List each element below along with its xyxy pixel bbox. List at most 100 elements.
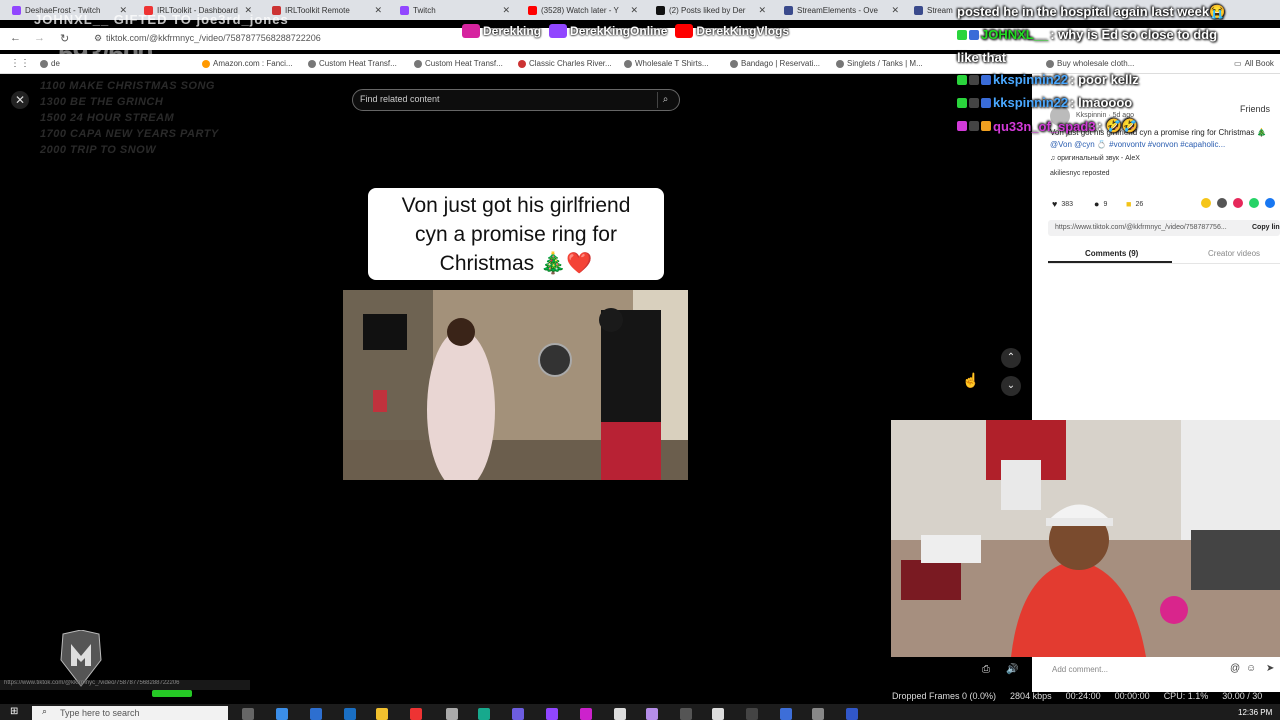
instagram-icon <box>462 24 480 38</box>
share-heart-icon[interactable] <box>1233 198 1243 208</box>
browser-tab[interactable]: Stream <box>910 2 960 18</box>
close-tab-icon[interactable]: ✕ <box>891 5 899 16</box>
chrome-icon[interactable] <box>410 708 422 720</box>
bookmark-item[interactable]: Buy wholesale cloth... <box>1046 59 1134 68</box>
x-icon <box>656 5 665 15</box>
system-clock: 12:36 PM <box>1238 708 1273 717</box>
discord-icon[interactable] <box>512 708 524 720</box>
apps-icon[interactable]: ⋮⋮ <box>10 58 30 69</box>
heart-icon: ♥ <box>1052 199 1058 209</box>
bookmark-folder[interactable]: ▭ All Book <box>1234 59 1274 68</box>
bookmark-item[interactable]: Bandago | Reservati... <box>730 59 820 68</box>
social-youtube: DerekKingVlogs <box>675 24 789 38</box>
rec-time: 00:00:00 <box>1114 691 1150 701</box>
browser-tab[interactable]: (3528) Watch later - Y ✕ <box>524 2 644 18</box>
close-tab-icon[interactable]: ✕ <box>502 5 510 16</box>
obs-icon[interactable] <box>746 708 758 720</box>
fps: 30.00 / 30 <box>1222 691 1263 701</box>
video-tags[interactable]: @Von @cyn 💍 #vonvontv #vonvon #capaholic… <box>1050 140 1225 149</box>
app-icon[interactable] <box>446 708 458 720</box>
next-video-button[interactable]: ⌄ <box>1001 376 1021 396</box>
video-player[interactable] <box>343 290 688 480</box>
bookmark-item[interactable]: Wholesale T Shirts... <box>624 59 709 68</box>
save-button[interactable]: ■ 26 <box>1126 199 1143 209</box>
schedule-item: 1500 24 HOUR STREAM <box>40 112 175 124</box>
webcam-frame <box>891 420 1280 657</box>
close-icon[interactable]: ✕ <box>11 91 29 109</box>
badge-icon <box>969 97 979 108</box>
app-icon[interactable] <box>478 708 490 720</box>
bookmark-icon <box>40 59 48 68</box>
bookmark-icon <box>836 59 844 68</box>
search-icon[interactable]: ⌕ <box>657 92 673 108</box>
store-icon[interactable] <box>310 708 322 720</box>
app-icon[interactable] <box>680 708 692 720</box>
bookmark-item[interactable]: Classic Charles River... <box>518 59 612 68</box>
tab-comments[interactable]: Comments (9) <box>1085 249 1138 258</box>
repost-info: akiliesnyc reposted <box>1050 170 1110 177</box>
video-link[interactable]: https://www.tiktok.com/@kkfrmnyc_/video/… <box>1055 224 1227 231</box>
close-tab-icon[interactable]: ✕ <box>630 5 638 16</box>
copy-link-button[interactable]: Copy lin <box>1252 224 1280 231</box>
taskbar-search[interactable]: Type here to search <box>32 706 228 720</box>
social-twitch: DerekKingOnline <box>549 24 667 38</box>
outlook-icon[interactable] <box>344 708 356 720</box>
back-icon[interactable]: ← <box>10 32 21 44</box>
bookmark-item[interactable]: Custom Heat Transf... <box>414 59 503 68</box>
tab-creator-videos[interactable]: Creator videos <box>1208 249 1260 258</box>
send-icon[interactable]: ➤ <box>1266 663 1274 674</box>
bookmark-item[interactable]: Singlets / Tanks | M... <box>836 59 923 68</box>
video-caption: Von just got his girlfriend cyn a promis… <box>368 188 664 280</box>
folder-icon: ▭ <box>1234 59 1242 68</box>
task-view-icon[interactable] <box>242 708 254 720</box>
bookmark-item[interactable]: de <box>40 59 60 68</box>
share-link-icon[interactable] <box>1217 198 1227 208</box>
bookmark-item[interactable]: Custom Heat Transf... <box>308 59 397 68</box>
app-icon[interactable] <box>646 708 658 720</box>
audio-level-bar <box>152 690 192 697</box>
gift-alert: JOHNXL__ GIFTED TO joe3rd_jones <box>34 12 289 27</box>
tv-shape <box>363 314 407 350</box>
app-icon[interactable] <box>780 708 792 720</box>
close-tab-icon[interactable]: ✕ <box>374 5 382 16</box>
whatsapp-icon[interactable] <box>1249 198 1259 208</box>
comment-button[interactable]: ● 9 <box>1094 199 1107 209</box>
bookmark-icon <box>414 59 422 68</box>
browser-tab[interactable]: (2) Posts liked by Der ✕ <box>652 2 772 18</box>
app-icon[interactable] <box>580 708 592 720</box>
browser-tab[interactable]: Twitch ✕ <box>396 2 516 18</box>
search-placeholder: Find related content <box>360 94 440 104</box>
live-time: 00:24:00 <box>1065 691 1101 701</box>
file-icon[interactable] <box>712 708 724 720</box>
status-url: https://www.tiktok.com/@kkfrmnyc_/video/… <box>0 680 250 690</box>
video-frame <box>343 290 688 480</box>
bookmark-icon <box>308 59 316 68</box>
mention-icon[interactable]: @ <box>1230 663 1240 674</box>
like-button[interactable]: ♥ 383 <box>1052 199 1073 209</box>
close-tab-icon[interactable]: ✕ <box>758 5 766 16</box>
share-embed-icon[interactable] <box>1201 198 1211 208</box>
obs-status-bar: Dropped Frames 0 (0.0%) 2804 kbps 00:24:… <box>889 690 1280 702</box>
friends-button[interactable]: Friends <box>1240 104 1270 114</box>
previous-video-button[interactable]: ⌃ <box>1001 348 1021 368</box>
youtube-icon <box>675 24 694 38</box>
edge-icon[interactable] <box>276 708 288 720</box>
comment-icon: ● <box>1094 199 1100 209</box>
browser-tab[interactable]: StreamElements - Ove ✕ <box>780 2 905 18</box>
caption-icon[interactable]: ⎙ <box>982 664 990 675</box>
forward-icon[interactable]: → <box>34 32 45 44</box>
youtube-icon <box>528 5 537 15</box>
file-icon[interactable] <box>614 708 626 720</box>
settings-icon[interactable] <box>812 708 824 720</box>
volume-icon[interactable]: 🔊 <box>1006 664 1018 675</box>
app-icon[interactable] <box>846 708 858 720</box>
comment-input[interactable]: Add comment... <box>1052 665 1108 674</box>
windows-start-icon[interactable]: ⊞ <box>10 706 18 717</box>
file-explorer-icon[interactable] <box>376 708 388 720</box>
bookmark-item[interactable]: Amazon.com : Fanci... <box>202 59 293 68</box>
badge-icon <box>981 121 991 131</box>
facebook-icon[interactable] <box>1265 198 1275 208</box>
twitch-icon[interactable] <box>546 708 558 720</box>
emoji-icon[interactable]: ☺ <box>1246 663 1256 674</box>
sound-link[interactable]: ♫ оригинальный звук - AleX <box>1050 155 1140 162</box>
